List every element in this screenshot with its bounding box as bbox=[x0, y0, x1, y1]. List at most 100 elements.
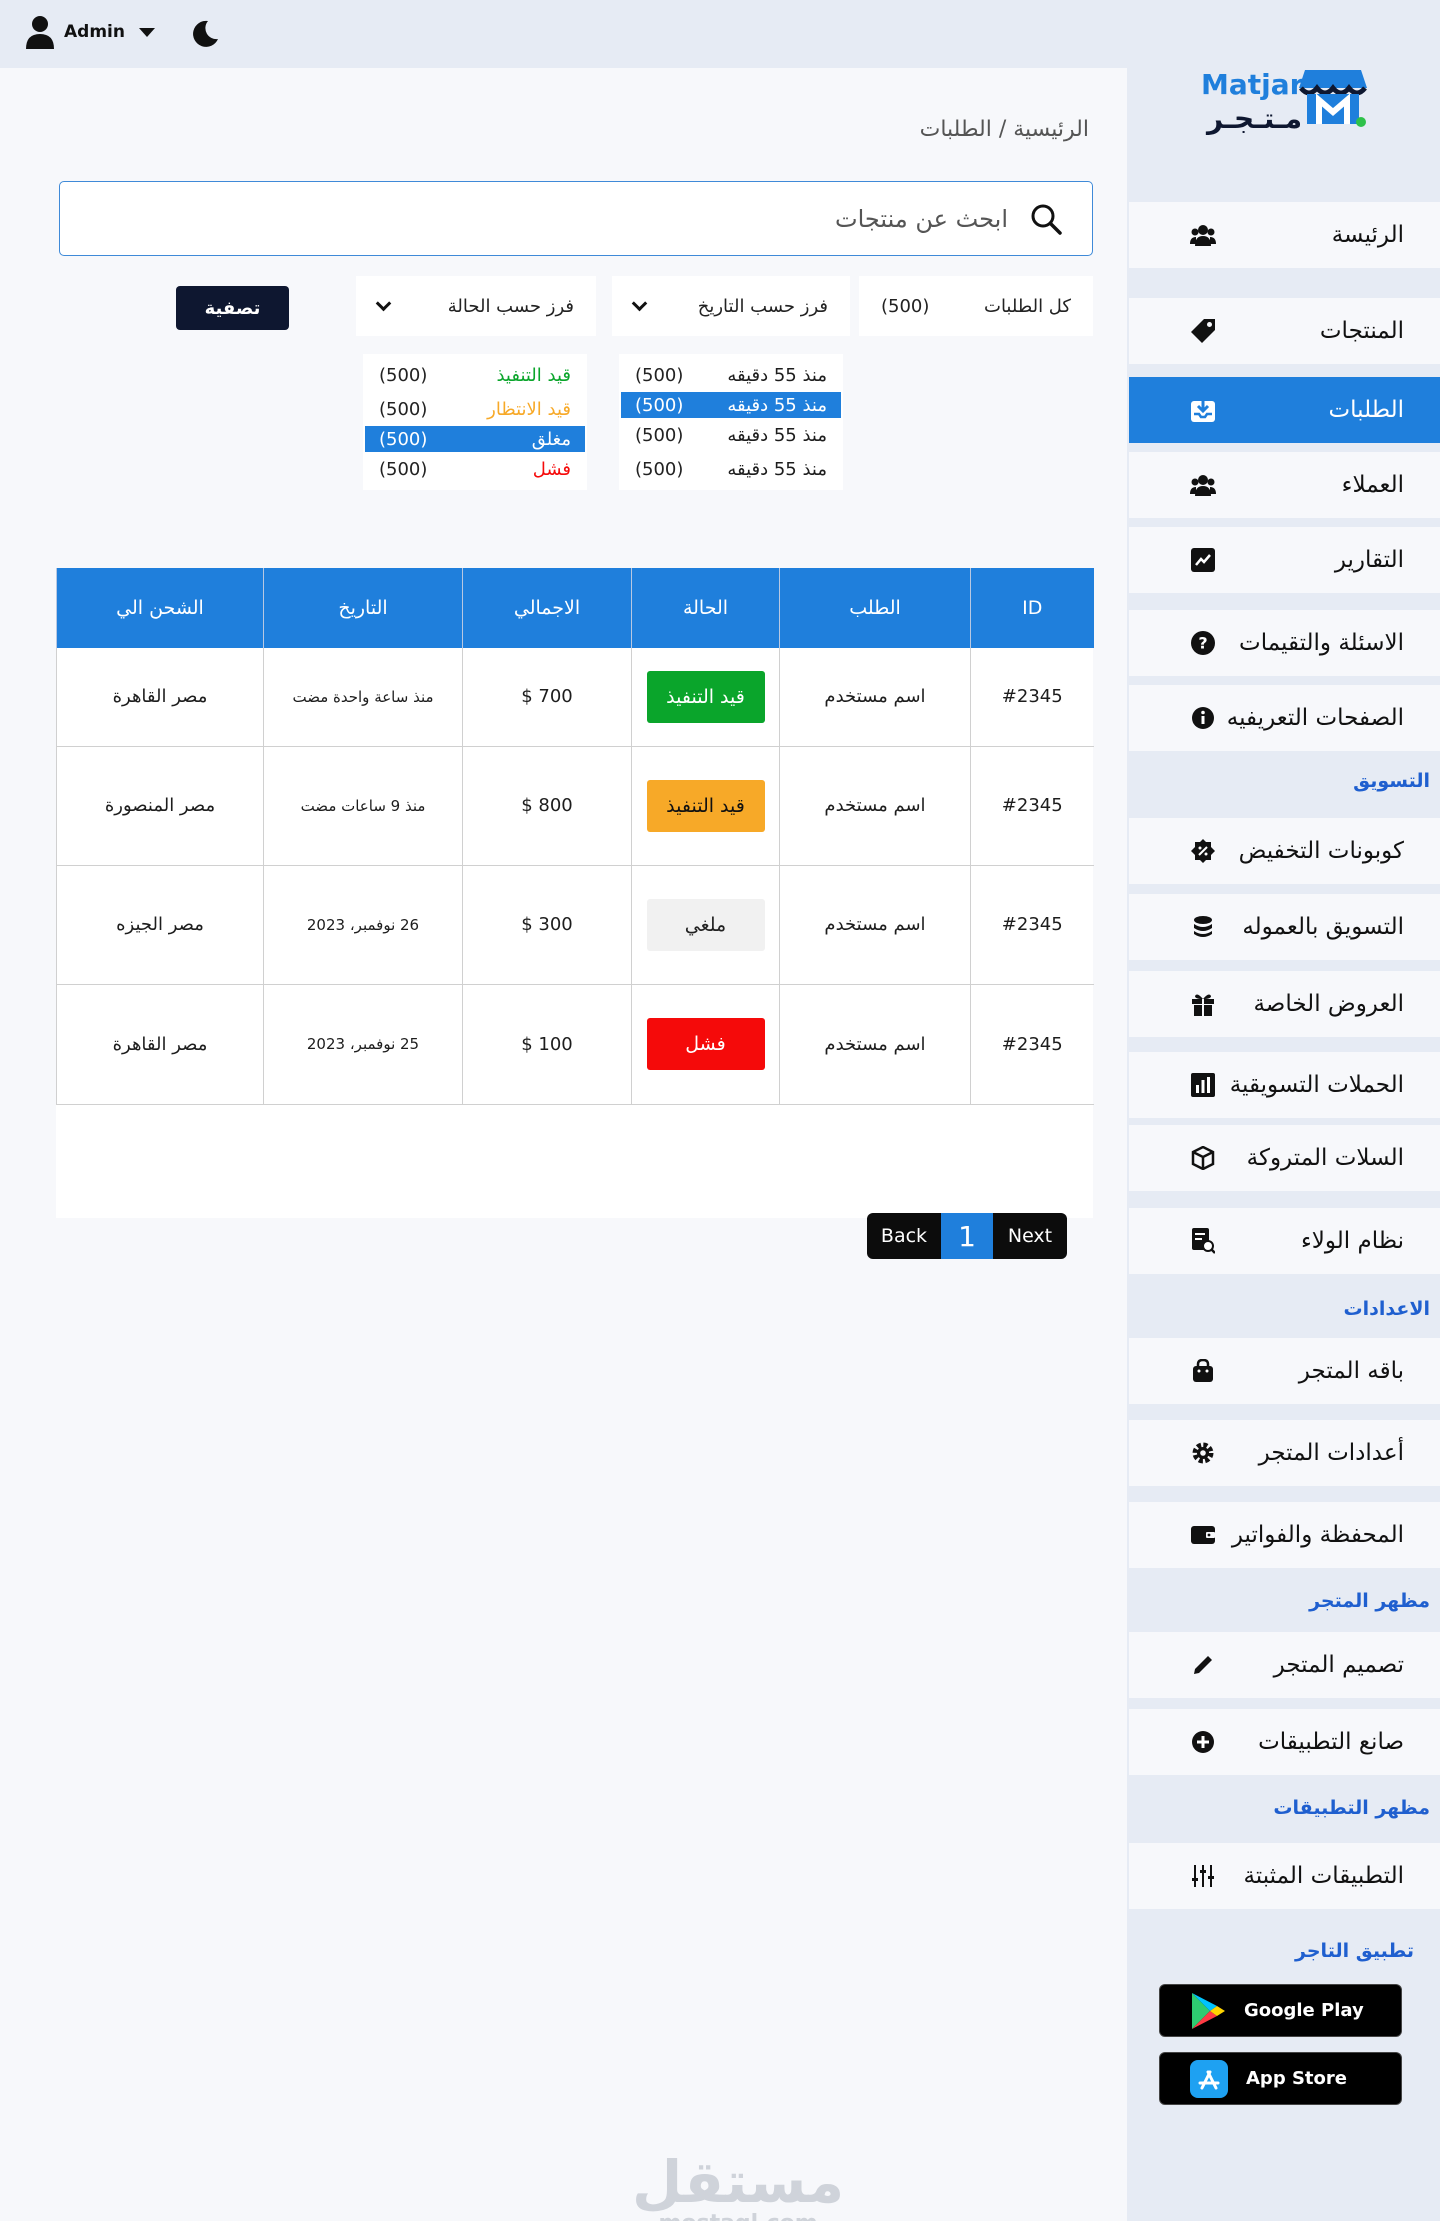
order-id: #2345 bbox=[970, 865, 1094, 985]
date-option[interactable]: منذ 55 دقيقه (500) bbox=[621, 358, 841, 392]
sidebar-item-loyalty[interactable]: نظام الولاء bbox=[1129, 1208, 1440, 1274]
sidebar-item-pages[interactable]: الصفحات التعريفيه bbox=[1129, 685, 1440, 751]
sidebar-item-products[interactable]: المنتجات bbox=[1129, 298, 1440, 364]
app-store-button[interactable]: App Store bbox=[1159, 2052, 1402, 2105]
section-merchant-app: تطبيق التاجر bbox=[1295, 1940, 1414, 1962]
sidebar-item-campaigns[interactable]: الحملات التسويقية bbox=[1129, 1052, 1440, 1118]
next-button[interactable]: Next bbox=[993, 1213, 1067, 1259]
header-total[interactable]: الاجمالي bbox=[462, 568, 632, 648]
app-store-icon bbox=[1190, 2059, 1228, 2098]
sidebar-item-store-design[interactable]: تصميم المتجر bbox=[1129, 1632, 1440, 1698]
document-search-icon bbox=[1189, 1228, 1217, 1254]
wallet-icon bbox=[1189, 1524, 1217, 1546]
watermark: مستقل mostaql.com bbox=[632, 2148, 845, 2221]
section-store-appearance: مظهر المتجر bbox=[1309, 1590, 1430, 1612]
search-input[interactable]: ابحث عن منتجات bbox=[835, 205, 1008, 233]
table-row[interactable]: #2345 اسم مستخدم ملغي 300 $ 26 نوفمبر، 2… bbox=[56, 865, 1094, 985]
date-options-list: منذ 55 دقيقه (500) منذ 55 دقيقه (500) منذ … bbox=[619, 354, 843, 490]
sliders-icon bbox=[1189, 1864, 1217, 1888]
section-marketing: التسويق bbox=[1353, 770, 1430, 792]
google-play-button[interactable]: Google Play bbox=[1159, 1984, 1402, 2037]
svg-text:?: ? bbox=[1198, 634, 1207, 653]
inbox-download-icon bbox=[1189, 397, 1217, 423]
order-total: 100 $ bbox=[462, 984, 632, 1105]
sidebar-item-customers[interactable]: العملاء bbox=[1129, 452, 1440, 518]
header-date[interactable]: التاريخ bbox=[263, 568, 463, 648]
header-shipping[interactable]: الشحن الي bbox=[56, 568, 264, 648]
orders-table: ID الطلب الحالة الاجمالي التاريخ الشحن ا… bbox=[56, 568, 1094, 1218]
order-shipping: مصر الجيزه bbox=[56, 865, 264, 985]
status-option[interactable]: قيد الانتظار (500) bbox=[365, 392, 585, 426]
order-date: 25 نوفمبر، 2023 bbox=[263, 984, 463, 1105]
sidebar-item-abandoned-carts[interactable]: السلات المتروكة bbox=[1129, 1125, 1440, 1191]
tag-icon bbox=[1189, 318, 1217, 344]
moon-icon[interactable] bbox=[190, 19, 220, 49]
status-badge: ملغي bbox=[646, 898, 765, 951]
sidebar: Matjar مـتـجـر الرئيسة المنتجات الطلبات … bbox=[1129, 0, 1440, 2221]
sidebar-item-affiliate[interactable]: التسويق بالعموله bbox=[1129, 894, 1440, 960]
sidebar-item-coupons[interactable]: كوبونات التخفيض bbox=[1129, 818, 1440, 884]
plus-circle-icon bbox=[1189, 1730, 1217, 1754]
date-option[interactable]: منذ 55 دقيقه (500) bbox=[621, 418, 841, 452]
admin-name: Admin bbox=[64, 22, 125, 42]
order-customer: اسم مستخدم bbox=[779, 746, 971, 866]
page-number[interactable]: 1 bbox=[941, 1213, 993, 1259]
back-button[interactable]: Back bbox=[867, 1213, 941, 1259]
filter-button[interactable]: تصفية bbox=[176, 286, 289, 330]
logo[interactable]: Matjar مـتـجـر bbox=[1201, 60, 1373, 140]
search-box[interactable]: ابحث عن منتجات bbox=[59, 181, 1093, 256]
header-status[interactable]: الحالة bbox=[631, 568, 780, 648]
users-icon bbox=[1189, 224, 1217, 246]
order-id: #2345 bbox=[970, 746, 1094, 866]
users-icon bbox=[1189, 474, 1217, 496]
sidebar-item-package[interactable]: باقه المتجر bbox=[1129, 1338, 1440, 1404]
order-customer: اسم مستخدم bbox=[779, 865, 971, 985]
sidebar-item-questions[interactable]: الاسئلة والتقيمات ? bbox=[1129, 610, 1440, 676]
order-shipping: مصر المنصورة bbox=[56, 746, 264, 866]
sidebar-item-home[interactable]: الرئيسة bbox=[1129, 202, 1440, 268]
order-shipping: مصر القاهرة bbox=[56, 648, 264, 747]
pencil-icon bbox=[1189, 1653, 1217, 1677]
sidebar-item-installed-apps[interactable]: التطبيقات المثبتة bbox=[1129, 1843, 1440, 1909]
status-option-selected[interactable]: مغلق (500) bbox=[365, 426, 585, 452]
sidebar-item-app-maker[interactable]: صانع التطبيقات bbox=[1129, 1709, 1440, 1775]
table-header-row: ID الطلب الحالة الاجمالي التاريخ الشحن ا… bbox=[56, 568, 1094, 648]
status-option[interactable]: قيد التنفيذ (500) bbox=[365, 358, 585, 392]
sort-by-date-dropdown[interactable]: فرز حسب التاريخ bbox=[612, 276, 850, 336]
question-circle-icon: ? bbox=[1189, 631, 1217, 655]
header-order[interactable]: الطلب bbox=[779, 568, 971, 648]
sidebar-item-orders[interactable]: الطلبات bbox=[1129, 377, 1440, 443]
sidebar-item-store-settings[interactable]: أعدادات المتجر bbox=[1129, 1420, 1440, 1486]
header-id[interactable]: ID bbox=[970, 568, 1094, 648]
order-total: 800 $ bbox=[462, 746, 632, 866]
status-badge: فشل bbox=[646, 1018, 765, 1070]
status-option[interactable]: فشل (500) bbox=[365, 452, 585, 486]
status-badge: قيد التنفيذ bbox=[646, 779, 765, 832]
order-date: منذ 9 ساعات مضت bbox=[263, 746, 463, 866]
gear-icon bbox=[1189, 1441, 1217, 1465]
sidebar-item-offers[interactable]: العروض الخاصة bbox=[1129, 971, 1440, 1037]
chevron-down-icon bbox=[138, 27, 155, 37]
search-icon[interactable] bbox=[1030, 203, 1062, 235]
admin-menu[interactable]: Admin bbox=[26, 15, 155, 49]
all-orders-filter[interactable]: كل الطلبات (500) bbox=[859, 276, 1093, 336]
date-option-selected[interactable]: منذ 55 دقيقه (500) bbox=[621, 392, 841, 418]
table-row[interactable]: #2345 اسم مستخدم فشل 100 $ 25 نوفمبر، 20… bbox=[56, 984, 1094, 1105]
status-options-list: قيد التنفيذ (500) قيد الانتظار (500) مغلق(… bbox=[363, 354, 587, 490]
store-icon bbox=[1299, 70, 1367, 127]
pagination: Back 1 Next bbox=[867, 1213, 1067, 1259]
date-option[interactable]: منذ 55 دقيقه (500) bbox=[621, 452, 841, 486]
sidebar-item-wallet[interactable]: المحفظة والفواتير bbox=[1129, 1502, 1440, 1568]
sidebar-item-reports[interactable]: التقارير bbox=[1129, 527, 1440, 593]
discount-badge-icon bbox=[1189, 839, 1217, 863]
table-row[interactable]: #2345 اسم مستخدم قيد التنفيذ 800 $ منذ 9… bbox=[56, 746, 1094, 866]
order-customer: اسم مستخدم bbox=[779, 648, 971, 747]
table-row[interactable]: #2345 اسم مستخدم قيد التنفيذ 700 $ منذ س… bbox=[56, 648, 1094, 747]
sort-by-status-label: فرز حسب الحالة bbox=[447, 295, 574, 317]
order-id: #2345 bbox=[970, 984, 1094, 1105]
shopping-bag-icon bbox=[1189, 1359, 1217, 1383]
sort-by-date-label: فرز حسب التاريخ bbox=[697, 295, 828, 317]
sort-by-status-dropdown[interactable]: فرز حسب الحالة bbox=[356, 276, 596, 336]
google-play-label: Google Play bbox=[1244, 2000, 1364, 2021]
user-icon bbox=[26, 16, 54, 49]
